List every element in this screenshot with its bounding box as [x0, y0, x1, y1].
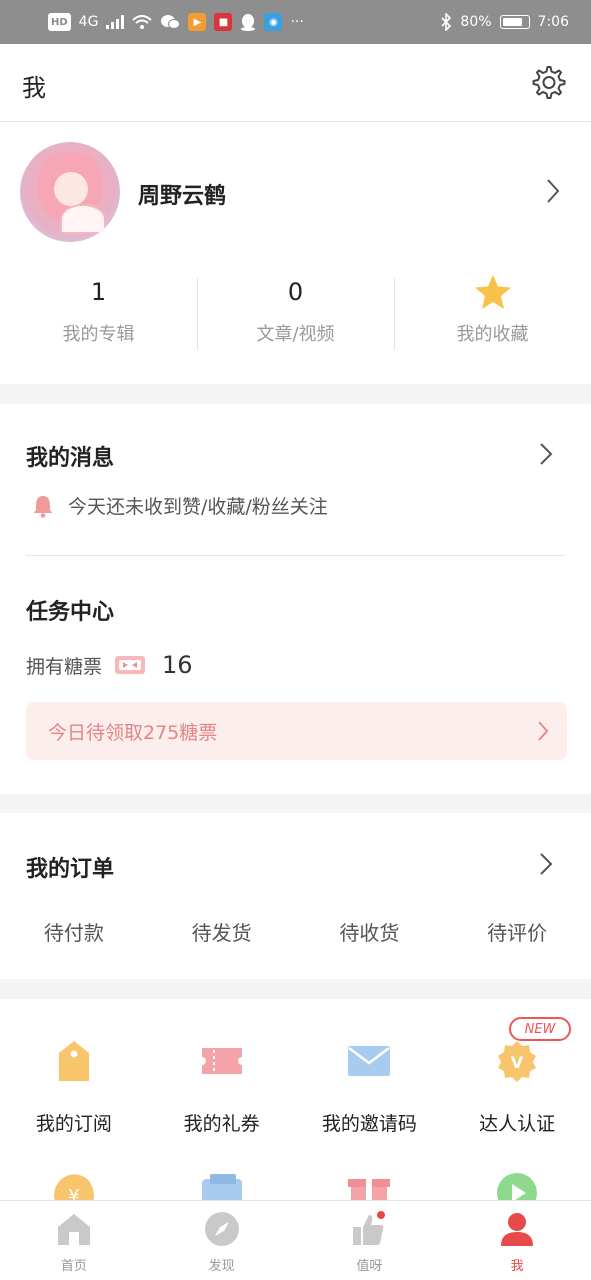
grid-label: 达人认证 — [479, 1113, 556, 1135]
tab-discover[interactable]: 发现 — [148, 1201, 296, 1280]
order-pending-receipt[interactable]: 待收货 — [296, 917, 444, 946]
gear-icon[interactable] — [531, 65, 567, 101]
profile-stats: 1 我的专辑 0 文章/视频 我的收藏 — [0, 274, 591, 352]
order-pending-shipment[interactable]: 待发货 — [148, 917, 296, 946]
person-icon — [497, 1209, 537, 1249]
bluetooth-icon — [441, 13, 452, 31]
envelope-icon — [345, 1037, 393, 1085]
grid-label: 我的邀请码 — [321, 1113, 417, 1135]
tag-icon — [50, 1037, 98, 1085]
stat-value: 0 — [287, 278, 304, 306]
tickets-row: 拥有糖票 16 — [26, 651, 193, 679]
stat-articles-videos[interactable]: 0 文章/视频 — [197, 274, 394, 352]
stat-label: 我的专辑 — [62, 324, 135, 345]
tab-me[interactable]: 我 — [443, 1201, 591, 1280]
verified-badge-icon: V — [493, 1037, 541, 1085]
grid-item-subscriptions[interactable]: 我的订阅 — [0, 1037, 148, 1136]
feature-grid-row-2: ¥ — [0, 1171, 591, 1200]
bottom-tab-bar: 首页 发现 值呀 我 — [0, 1200, 591, 1280]
browser-app-icon: ◉ — [264, 13, 283, 31]
stat-value: 1 — [90, 278, 107, 306]
grid-item-coupons[interactable]: 我的礼券 — [148, 1037, 296, 1136]
tab-home[interactable]: 首页 — [0, 1201, 148, 1280]
tickets-label: 拥有糖票 — [26, 655, 103, 678]
username[interactable]: 周野云鹤 — [138, 178, 226, 210]
tickets-count: 16 — [162, 651, 193, 679]
orders-card: 我的订单 待付款 待发货 待收货 待评价 — [0, 813, 591, 979]
stat-label: 我的收藏 — [456, 324, 529, 345]
battery-icon — [499, 15, 530, 29]
star-icon — [394, 274, 591, 310]
coupon-icon — [198, 1037, 246, 1085]
grid-item-gifts[interactable] — [296, 1171, 444, 1200]
avatar[interactable] — [20, 142, 120, 242]
play-icon — [497, 1173, 538, 1200]
chevron-right-icon[interactable] — [545, 178, 561, 204]
claim-text: 今日待领取275糖票 — [48, 721, 218, 744]
feature-grid: 我的订阅 我的礼券 我的邀请码 NEW V 达人认证 ¥ — [0, 999, 591, 1200]
stat-albums[interactable]: 1 我的专辑 — [0, 274, 197, 352]
status-right: 80% 7:06 — [440, 13, 569, 31]
hd-indicator: HD — [48, 13, 71, 31]
reader-app-icon: ■ — [214, 13, 233, 31]
task-center-title: 任务中心 — [26, 600, 115, 625]
messages-title[interactable]: 我的消息 — [26, 440, 114, 472]
message-summary: 今天还未收到赞/收藏/粉丝关注 — [32, 492, 328, 519]
thumbs-up-icon — [349, 1209, 389, 1249]
grid-item-wallet[interactable] — [148, 1171, 296, 1200]
tab-deals[interactable]: 值呀 — [296, 1201, 444, 1280]
order-status-row: 待付款 待发货 待收货 待评价 — [0, 917, 591, 946]
status-left: HD 4G ▶ ■ ◉ ··· — [48, 13, 304, 31]
grid-item-exchange[interactable]: ¥ — [0, 1171, 148, 1200]
page-header: 我 — [0, 44, 591, 122]
divider — [26, 555, 565, 556]
grid-item-videos[interactable] — [443, 1171, 591, 1200]
grid-label: 我的订阅 — [35, 1113, 112, 1135]
gift-icon — [348, 1179, 391, 1200]
bell-icon — [33, 495, 53, 518]
wallet-icon — [201, 1174, 242, 1200]
more-notifications-icon: ··· — [290, 14, 304, 30]
signal-icon — [106, 15, 125, 29]
new-badge: NEW — [509, 1017, 571, 1041]
chevron-right-icon — [538, 721, 549, 741]
qq-icon — [241, 14, 256, 31]
feature-grid-row: 我的订阅 我的礼券 我的邀请码 NEW V 达人认证 — [0, 1017, 591, 1136]
orders-title[interactable]: 我的订单 — [26, 851, 114, 883]
home-icon — [54, 1209, 94, 1249]
order-pending-payment[interactable]: 待付款 — [0, 917, 148, 946]
stat-favorites[interactable]: 我的收藏 — [394, 274, 591, 352]
claim-tickets-banner[interactable]: 今日待领取275糖票 — [26, 702, 567, 760]
tab-label: 发现 — [208, 1259, 235, 1274]
grid-item-invite-code[interactable]: 我的邀请码 — [296, 1037, 444, 1136]
compass-icon — [202, 1209, 242, 1249]
page-title: 我 — [22, 74, 46, 102]
network-indicator: 4G — [78, 14, 99, 30]
grid-item-verification[interactable]: NEW V 达人认证 — [443, 1017, 591, 1136]
svg-text:¥: ¥ — [68, 1186, 79, 1200]
tab-label: 值呀 — [356, 1259, 383, 1274]
tab-label: 首页 — [60, 1259, 87, 1274]
stat-label: 文章/视频 — [256, 324, 335, 345]
profile-card: 周野云鹤 1 我的专辑 0 文章/视频 我的收藏 — [0, 122, 591, 384]
chevron-right-icon[interactable] — [539, 442, 553, 466]
order-pending-review[interactable]: 待评价 — [443, 917, 591, 946]
messages-tasks-card: 我的消息 今天还未收到赞/收藏/粉丝关注 任务中心 拥有糖票 16 今日待领取2… — [0, 404, 591, 794]
clock: 7:06 — [537, 14, 569, 30]
coin-exchange-icon: ¥ — [53, 1174, 94, 1200]
status-bar: HD 4G ▶ ■ ◉ ··· 80% 7:06 — [0, 0, 591, 44]
svg-text:V: V — [511, 1053, 524, 1072]
message-note: 今天还未收到赞/收藏/粉丝关注 — [68, 496, 328, 518]
tab-label: 我 — [510, 1259, 524, 1274]
grid-label: 我的礼券 — [183, 1113, 260, 1135]
battery-percent: 80% — [460, 14, 492, 30]
ticket-icon — [115, 656, 146, 674]
wifi-icon — [132, 15, 153, 29]
wechat-icon — [161, 15, 181, 29]
chevron-right-icon[interactable] — [539, 852, 553, 876]
video-app-icon: ▶ — [188, 13, 207, 31]
